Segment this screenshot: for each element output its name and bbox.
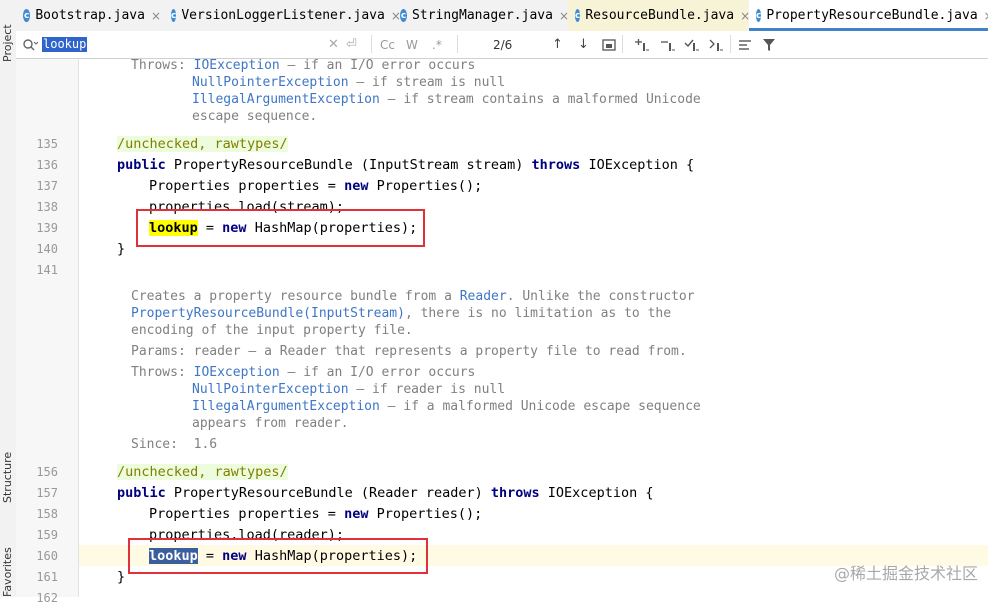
tab-string-manager[interactable]: c StringManager.java × [393, 0, 569, 31]
line-number: 162 [36, 591, 58, 605]
project-label: Project [1, 24, 14, 62]
line-number: 157 [36, 486, 58, 500]
search-input[interactable]: lookup [42, 31, 88, 58]
code-line: /unchecked, rawtypes/ [117, 464, 288, 480]
code-line: } [117, 569, 126, 585]
previous-occurrence-icon[interactable]: ↑ [552, 31, 563, 58]
tab-resource-bundle[interactable]: c ResourceBundle.java × [568, 0, 750, 31]
line-number: 159 [36, 528, 58, 542]
tab-label: PropertyResourceBundle.java [766, 8, 978, 23]
java-class-icon: c [171, 9, 177, 22]
separator [371, 35, 372, 53]
tab-label: Bootstrap.java [35, 8, 145, 23]
project-tool-tab[interactable]: Project [0, 0, 16, 80]
code-line: /unchecked, rawtypes/ [117, 136, 288, 152]
separator [457, 35, 458, 53]
line-number: 139 [36, 221, 58, 235]
line-number: 161 [36, 570, 58, 584]
filter-icon[interactable] [762, 31, 776, 58]
line-number: 156 [36, 465, 58, 479]
clear-search-icon[interactable]: ✕ [328, 31, 339, 58]
code-line: public PropertyResourceBundle (Reader re… [117, 485, 654, 501]
java-class-icon: c [756, 9, 762, 22]
close-icon[interactable]: × [984, 9, 988, 23]
java-class-icon: c [400, 9, 408, 22]
words-button[interactable]: W [406, 31, 418, 58]
tab-label: StringManager.java [412, 8, 553, 23]
tool-window-strip: Project Structure Favorites [0, 0, 17, 597]
annotation-box [136, 209, 425, 247]
find-bar: lookup ✕ ⏎ Cc W .* 2/6 ↑ ↓ [16, 31, 988, 59]
line-number: 138 [36, 200, 58, 214]
annotation-box [128, 538, 428, 574]
select-all-icon[interactable] [684, 31, 700, 58]
line-number: 135 [36, 137, 58, 151]
remove-occurrence-icon[interactable] [660, 31, 676, 58]
tab-bootstrap[interactable]: c Bootstrap.java × [16, 0, 161, 31]
structure-tool-tab[interactable]: Structure [0, 430, 16, 510]
line-number-gutter: 135 136 137 138 139 140 141 156 157 158 … [16, 59, 79, 605]
regex-button[interactable]: .* [432, 31, 442, 58]
match-count: 2/6 [493, 37, 513, 52]
add-occurrence-icon[interactable] [634, 31, 650, 58]
tab-version-logger-listener[interactable]: c VersionLoggerListener.java × [164, 0, 401, 31]
search-query-value: lookup [42, 37, 88, 52]
editor-tab-bar: c Bootstrap.java × c VersionLoggerListen… [16, 0, 988, 32]
search-icon[interactable] [22, 31, 38, 58]
line-number: 158 [36, 507, 58, 521]
java-class-icon: c [575, 9, 581, 22]
watermark: @稀土掘金技术社区 [833, 564, 978, 583]
close-icon[interactable]: × [151, 9, 161, 23]
tab-property-resource-bundle[interactable]: c PropertyResourceBundle.java × [749, 0, 988, 31]
tab-label: VersionLoggerListener.java [181, 8, 385, 23]
line-number: 137 [36, 179, 58, 193]
next-occurrence-icon[interactable]: ↓ [578, 31, 589, 58]
select-all-occurrences-icon[interactable] [602, 31, 616, 58]
line-number: 136 [36, 158, 58, 172]
code-line: Properties properties = new Properties()… [149, 178, 483, 194]
match-case-button[interactable]: Cc [380, 31, 395, 58]
separator [730, 35, 731, 53]
favorites-label: Favorites [1, 547, 14, 597]
move-occurrence-icon[interactable] [708, 31, 724, 58]
java-class-icon: c [23, 9, 31, 22]
new-line-icon[interactable]: ⏎ [346, 31, 357, 58]
line-number: 140 [36, 242, 58, 256]
filter-search-results-icon[interactable] [738, 31, 752, 58]
separator [622, 35, 623, 53]
code-editor[interactable]: Throws: IOException – if an I/O error oc… [79, 58, 988, 597]
line-number: 160 [36, 549, 58, 563]
code-line: } [117, 241, 126, 257]
structure-label: Structure [1, 451, 14, 503]
tab-label: ResourceBundle.java [585, 8, 735, 23]
code-line: public PropertyResourceBundle (InputStre… [117, 157, 695, 173]
favorites-tool-tab[interactable]: Favorites [0, 535, 16, 597]
line-number: 141 [36, 263, 58, 277]
code-line: Properties properties = new Properties()… [149, 506, 483, 522]
